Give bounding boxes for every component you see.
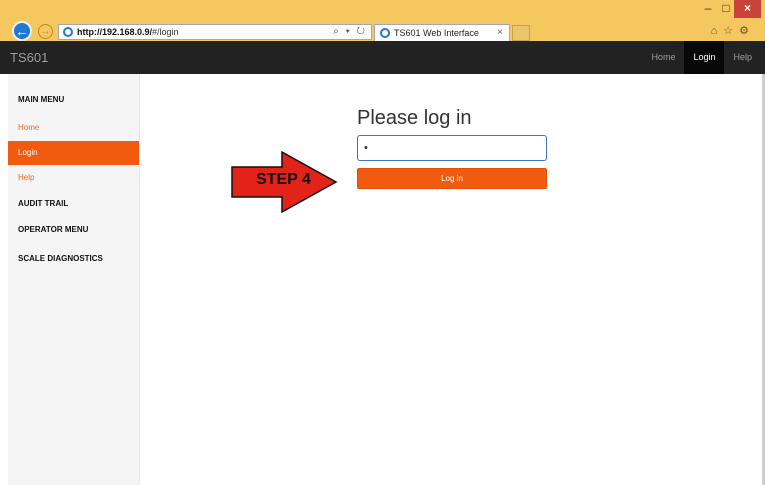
back-icon[interactable]: ← <box>12 21 32 41</box>
tab-ie-icon <box>380 28 390 38</box>
section-main-menu: MAIN MENU <box>18 95 65 104</box>
top-nav: Home Login Help <box>642 41 761 74</box>
maximize-icon[interactable]: □ <box>718 0 734 18</box>
sidebar-item-login[interactable]: Login <box>8 141 139 165</box>
toolbar-icons[interactable]: ⌂☆⚙ <box>711 24 755 37</box>
section-audit-trail[interactable]: AUDIT TRAIL <box>18 199 68 208</box>
sidebar-item-label: Help <box>18 173 35 182</box>
sidebar-item-home[interactable]: Home <box>8 116 139 140</box>
minimize-icon[interactable]: – <box>698 0 718 18</box>
home-icon[interactable]: ⌂ <box>711 25 724 37</box>
step-label: STEP 4 <box>256 171 311 188</box>
main-content: Please log in Log in <box>140 74 765 485</box>
close-window-icon[interactable]: × <box>734 0 761 18</box>
sidebar-item-label: Login <box>18 148 38 157</box>
tab-close-icon[interactable]: × <box>497 25 503 41</box>
brand[interactable]: TS601 <box>10 41 48 74</box>
settings-gear-icon[interactable]: ⚙ <box>739 25 755 37</box>
app-navbar: TS601 Home Login Help <box>0 41 765 74</box>
nav-help[interactable]: Help <box>724 41 761 74</box>
new-tab-button[interactable] <box>512 25 530 41</box>
browser-chrome: ← → http://192.168.0.9/#/login ⌕ ▾ ↻ TS6… <box>0 0 765 42</box>
sidebar: MAIN MENU Home Login Help AUDIT TRAIL OP… <box>8 74 140 485</box>
login-button[interactable]: Log in <box>357 168 547 189</box>
ie-logo-icon <box>63 27 73 37</box>
browser-tab[interactable]: TS601 Web Interface × <box>374 24 510 41</box>
nav-home[interactable]: Home <box>642 41 684 74</box>
nav-login[interactable]: Login <box>684 41 725 74</box>
section-scale-diagnostics[interactable]: SCALE DIAGNOSTICS <box>18 254 103 263</box>
password-input[interactable] <box>357 135 547 161</box>
favorites-star-icon[interactable]: ☆ <box>723 25 739 37</box>
address-url: http://192.168.0.9/#/login <box>77 27 179 37</box>
address-bar[interactable]: http://192.168.0.9/#/login ⌕ ▾ ↻ <box>58 24 372 40</box>
tab-title: TS601 Web Interface <box>394 28 479 38</box>
address-tools[interactable]: ⌕ ▾ ↻ <box>333 25 367 39</box>
sidebar-item-help[interactable]: Help <box>8 166 139 190</box>
section-operator-menu[interactable]: OPERATOR MENU <box>18 225 88 234</box>
login-heading: Please log in <box>357 107 472 129</box>
forward-icon[interactable]: → <box>38 24 53 39</box>
sidebar-item-label: Home <box>18 123 40 132</box>
